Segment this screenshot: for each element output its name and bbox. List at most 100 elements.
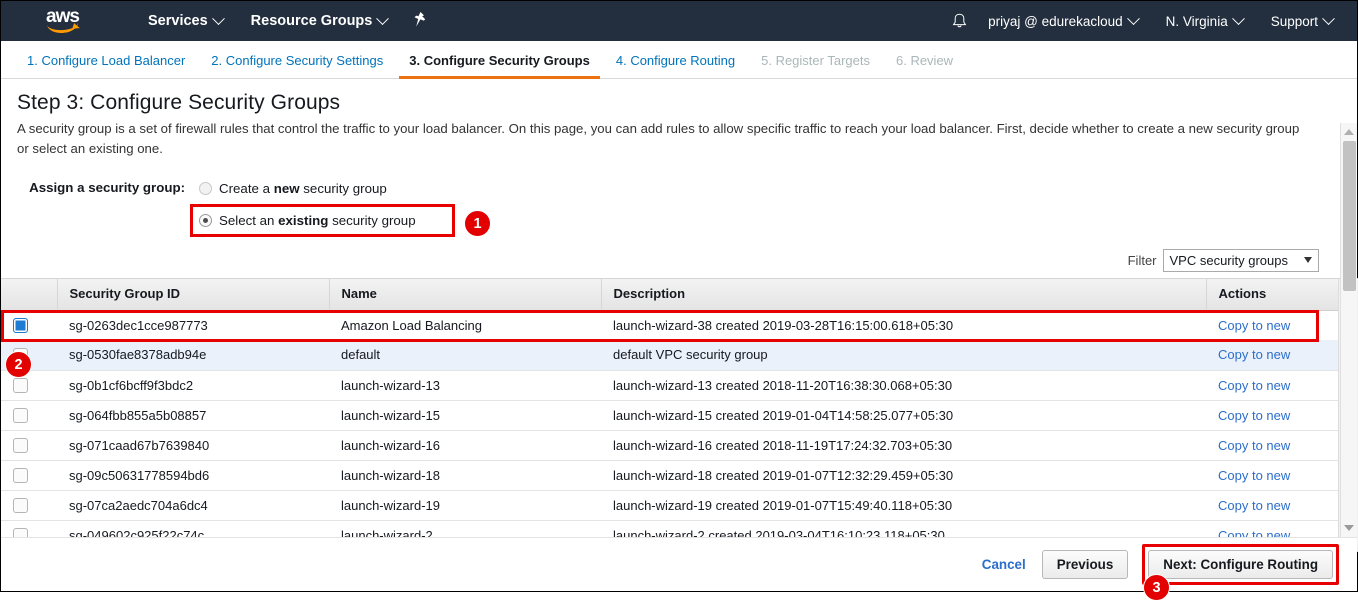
scroll-down-arrow-icon[interactable] bbox=[1344, 525, 1354, 531]
tab-review: 6. Review bbox=[886, 53, 963, 79]
radio-button-icon[interactable] bbox=[199, 214, 212, 227]
row-checkbox[interactable] bbox=[13, 468, 28, 483]
row-description: launch-wizard-13 created 2018-11-20T16:3… bbox=[601, 370, 1206, 400]
table-header-checkbox bbox=[1, 279, 57, 310]
chevron-down-icon bbox=[376, 12, 389, 25]
radio-create-new-security-group[interactable]: Create a new security group bbox=[199, 177, 455, 200]
filter-selected-value: VPC security groups bbox=[1170, 253, 1289, 268]
radio-select-existing-security-group[interactable]: Select an existing security group bbox=[190, 204, 455, 237]
table-row[interactable]: sg-07ca2aedc704a6dc4 launch-wizard-19 la… bbox=[1, 490, 1338, 520]
row-checkbox[interactable] bbox=[13, 378, 28, 393]
copy-to-new-link[interactable]: Copy to new bbox=[1218, 318, 1290, 333]
security-group-radio-group: Create a new security group Select an ex… bbox=[199, 177, 455, 237]
row-checkbox-cell[interactable] bbox=[1, 400, 57, 430]
pin-icon[interactable] bbox=[401, 12, 438, 31]
page-vertical-scrollbar[interactable] bbox=[1340, 123, 1357, 537]
row-name: launch-wizard-13 bbox=[329, 370, 601, 400]
page-title: Step 3: Configure Security Groups bbox=[17, 91, 1337, 115]
nav-services-label: Services bbox=[148, 13, 208, 29]
copy-to-new-link[interactable]: Copy to new bbox=[1218, 498, 1290, 513]
nav-region-menu[interactable]: N. Virginia bbox=[1152, 1, 1257, 41]
row-security-group-id: sg-0530fae8378adb94e bbox=[57, 340, 329, 370]
row-name: default bbox=[329, 340, 601, 370]
filter-label: Filter bbox=[1128, 253, 1157, 268]
row-description: launch-wizard-16 created 2018-11-19T17:2… bbox=[601, 430, 1206, 460]
table-row[interactable]: sg-09c50631778594bd6 launch-wizard-18 la… bbox=[1, 460, 1338, 490]
table-header-security-group-id[interactable]: Security Group ID bbox=[57, 279, 329, 310]
chevron-down-icon bbox=[1322, 12, 1335, 25]
filter-select[interactable]: VPC security groups bbox=[1163, 249, 1320, 272]
row-description: launch-wizard-38 created 2019-03-28T16:1… bbox=[601, 310, 1206, 340]
chevron-down-icon bbox=[1127, 12, 1140, 25]
radio-button-icon[interactable] bbox=[199, 182, 212, 195]
table-header-name[interactable]: Name bbox=[329, 279, 601, 310]
security-groups-table: Security Group ID Name Description Actio… bbox=[1, 279, 1338, 551]
row-checkbox[interactable] bbox=[13, 408, 28, 423]
copy-to-new-link[interactable]: Copy to new bbox=[1218, 438, 1290, 453]
nav-account-menu[interactable]: priyaj @ edurekacloud bbox=[974, 1, 1152, 41]
row-checkbox[interactable] bbox=[13, 318, 28, 333]
nav-support-menu[interactable]: Support bbox=[1257, 1, 1347, 41]
copy-to-new-link[interactable]: Copy to new bbox=[1218, 468, 1290, 483]
aws-logo[interactable]: aws bbox=[46, 8, 86, 34]
tab-configure-security-settings[interactable]: 2. Configure Security Settings bbox=[201, 53, 393, 79]
wizard-step-tabs: 1. Configure Load Balancer 2. Configure … bbox=[1, 41, 1357, 79]
row-description: launch-wizard-15 created 2019-01-04T14:5… bbox=[601, 400, 1206, 430]
aws-logo-smile bbox=[47, 23, 83, 34]
annotation-badge-1: 1 bbox=[464, 210, 491, 237]
row-action-cell: Copy to new bbox=[1206, 400, 1338, 430]
table-header-description[interactable]: Description bbox=[601, 279, 1206, 310]
copy-to-new-link[interactable]: Copy to new bbox=[1218, 408, 1290, 423]
row-checkbox-cell[interactable] bbox=[1, 460, 57, 490]
annotation-badge-2: 2 bbox=[5, 351, 32, 378]
row-name: launch-wizard-15 bbox=[329, 400, 601, 430]
bell-icon[interactable] bbox=[944, 1, 974, 41]
table-row[interactable]: sg-0b1cf6bcff9f3bdc2 launch-wizard-13 la… bbox=[1, 370, 1338, 400]
row-security-group-id: sg-064fbb855a5b08857 bbox=[57, 400, 329, 430]
row-security-group-id: sg-07ca2aedc704a6dc4 bbox=[57, 490, 329, 520]
tab-configure-load-balancer[interactable]: 1. Configure Load Balancer bbox=[17, 53, 195, 79]
table-row[interactable]: sg-064fbb855a5b08857 launch-wizard-15 la… bbox=[1, 400, 1338, 430]
aws-elb-wizard-screen: { "nav": { "logo_text": "aws", "logo_nam… bbox=[0, 0, 1358, 592]
nav-services[interactable]: Services bbox=[134, 1, 237, 41]
row-checkbox-cell[interactable] bbox=[1, 310, 57, 340]
row-security-group-id: sg-09c50631778594bd6 bbox=[57, 460, 329, 490]
annotation-badge-3: 3 bbox=[1143, 574, 1170, 601]
nav-account-label: priyaj @ edurekacloud bbox=[988, 14, 1123, 29]
row-checkbox[interactable] bbox=[13, 498, 28, 513]
row-checkbox-cell[interactable] bbox=[1, 430, 57, 460]
row-security-group-id: sg-071caad67b7639840 bbox=[57, 430, 329, 460]
tab-configure-security-groups[interactable]: 3. Configure Security Groups bbox=[399, 53, 600, 79]
row-description: default VPC security group bbox=[601, 340, 1206, 370]
next-configure-routing-button[interactable]: Next: Configure Routing bbox=[1148, 550, 1333, 579]
table-row[interactable]: sg-0530fae8378adb94e default default VPC… bbox=[1, 340, 1338, 370]
copy-to-new-link[interactable]: Copy to new bbox=[1218, 378, 1290, 393]
row-name: Amazon Load Balancing bbox=[329, 310, 601, 340]
scroll-up-arrow-icon[interactable] bbox=[1344, 129, 1354, 135]
row-action-cell: Copy to new bbox=[1206, 460, 1338, 490]
radio-create-new-label: Create a new security group bbox=[219, 181, 387, 196]
chevron-down-icon bbox=[212, 12, 225, 25]
tab-configure-routing[interactable]: 4. Configure Routing bbox=[606, 53, 745, 79]
nav-resource-groups[interactable]: Resource Groups bbox=[237, 1, 402, 41]
row-name: launch-wizard-16 bbox=[329, 430, 601, 460]
table-row[interactable]: sg-0263dec1cce987773 Amazon Load Balanci… bbox=[1, 310, 1338, 340]
cancel-button[interactable]: Cancel bbox=[980, 551, 1028, 578]
table-header-actions: Actions bbox=[1206, 279, 1338, 310]
row-checkbox-cell[interactable] bbox=[1, 490, 57, 520]
row-action-cell: Copy to new bbox=[1206, 340, 1338, 370]
nav-resource-groups-label: Resource Groups bbox=[251, 13, 373, 29]
row-security-group-id: sg-0b1cf6bcff9f3bdc2 bbox=[57, 370, 329, 400]
table-row[interactable]: sg-071caad67b7639840 launch-wizard-16 la… bbox=[1, 430, 1338, 460]
radio-select-existing-label: Select an existing security group bbox=[219, 213, 416, 228]
chevron-down-icon bbox=[1304, 257, 1312, 263]
filter-row: Filter VPC security groups bbox=[17, 249, 1337, 272]
tab-register-targets: 5. Register Targets bbox=[751, 53, 880, 79]
security-groups-table-body: sg-0263dec1cce987773 Amazon Load Balanci… bbox=[1, 310, 1338, 550]
page-scrollbar-thumb[interactable] bbox=[1343, 141, 1356, 291]
previous-button[interactable]: Previous bbox=[1042, 550, 1129, 579]
copy-to-new-link[interactable]: Copy to new bbox=[1218, 347, 1290, 362]
annotation-highlight-next-button: Next: Configure Routing bbox=[1142, 544, 1339, 585]
row-description: launch-wizard-19 created 2019-01-07T15:4… bbox=[601, 490, 1206, 520]
row-checkbox[interactable] bbox=[13, 438, 28, 453]
